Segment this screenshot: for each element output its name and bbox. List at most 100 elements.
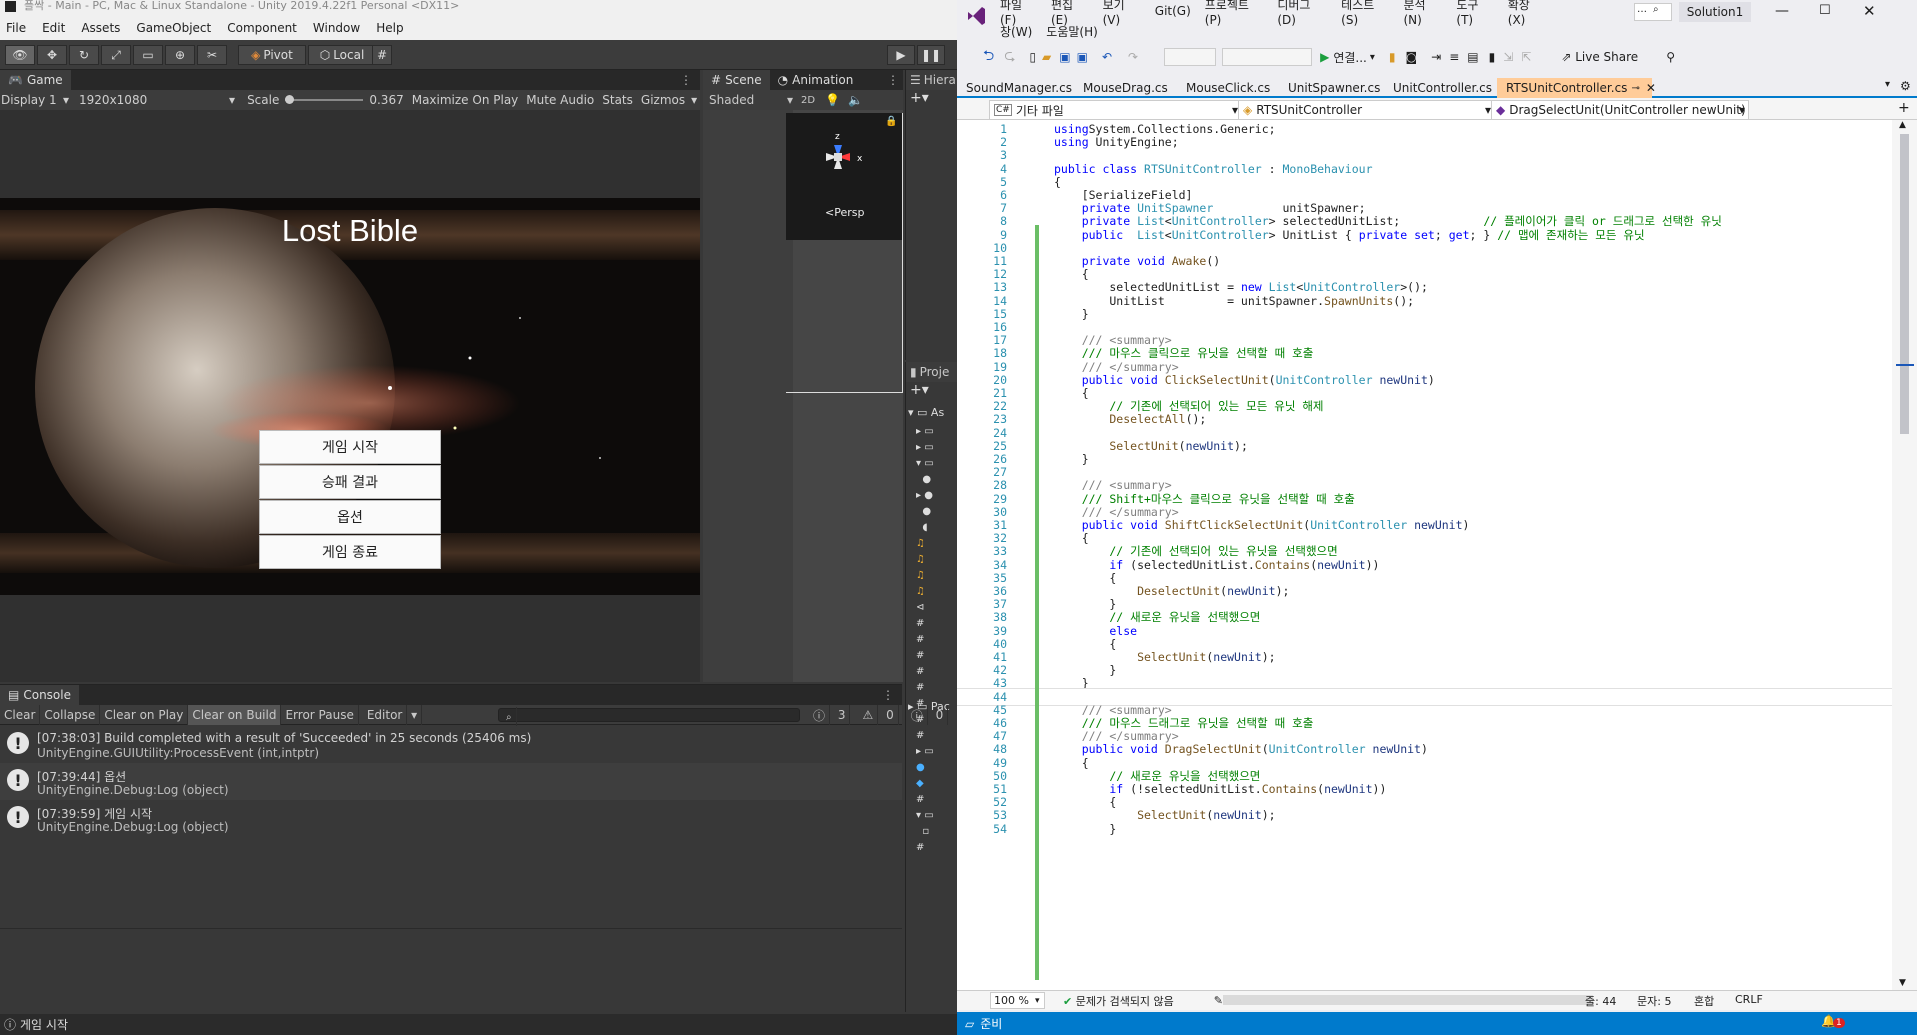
- folder-icon[interactable]: ▾ ▭: [916, 456, 956, 472]
- code-editor[interactable]: 1 usingSystem.Collections.Generic; 2 using …: [957, 120, 1892, 990]
- configuration-select[interactable]: [1164, 48, 1217, 66]
- error-count-toggle[interactable]: ⓘ 0: [903, 705, 952, 725]
- tab-unitspawner[interactable]: UnitSpawner.cs: [1279, 78, 1393, 98]
- vertical-scrollbar[interactable]: ▲ ▼: [1892, 120, 1917, 990]
- tab-mousedrag[interactable]: MouseDrag.cs: [1074, 78, 1186, 98]
- tab-game[interactable]: 🎮 Game: [0, 70, 71, 90]
- open-icon[interactable]: ▰: [1042, 50, 1051, 64]
- stats-toggle[interactable]: Stats: [602, 93, 633, 107]
- gizmos-toggle[interactable]: Gizmos: [641, 93, 685, 107]
- audio-clip-icon[interactable]: ♫: [916, 552, 956, 568]
- console-log-entry[interactable]: ! [07:39:44] 옵션 UnityEngine.Debug:Log (o…: [0, 763, 902, 800]
- grid-snap-icon[interactable]: #: [372, 45, 392, 65]
- horizontal-scrollbar[interactable]: [1223, 995, 1593, 1005]
- scene-tab-menu-icon[interactable]: ⋮: [887, 73, 899, 87]
- next-bookmark-icon[interactable]: ⇲: [1503, 50, 1513, 64]
- maximize-icon[interactable]: ☐: [1819, 3, 1831, 18]
- format-icon[interactable]: ⇥: [1431, 50, 1441, 64]
- rect-tool-icon[interactable]: ▭: [133, 45, 163, 65]
- tab-mouseclick[interactable]: MouseClick.cs: [1177, 78, 1288, 98]
- game-canvas[interactable]: Lost Bible 게임 시작 승패 결과 옵션 게임 종료: [0, 198, 700, 595]
- vs-menu-view[interactable]: 보기(V): [1103, 0, 1141, 27]
- code-line[interactable]: 54 }: [957, 821, 1892, 837]
- shading-dropdown-icon[interactable]: ▾: [787, 93, 793, 107]
- audio-icon[interactable]: 🔈: [848, 93, 863, 107]
- screenshot-icon[interactable]: ◙: [1406, 50, 1418, 64]
- move-tool-icon[interactable]: ✥: [37, 45, 67, 65]
- member-select[interactable]: ◆ DragSelectUnit(UnitController newUnit)…: [1491, 100, 1749, 120]
- maximize-on-play-toggle[interactable]: Maximize On Play: [412, 93, 519, 107]
- prefab-icon[interactable]: ▸ ●: [916, 488, 956, 504]
- model-icon[interactable]: ◆: [916, 776, 956, 792]
- run-icon[interactable]: ▶: [1320, 50, 1329, 64]
- script-icon[interactable]: #: [916, 680, 956, 696]
- close-icon[interactable]: ✕: [1863, 2, 1876, 20]
- vs-menu-test[interactable]: 테스트(S): [1341, 0, 1389, 27]
- console-log-entry[interactable]: ! [07:38:03] Build completed with a resu…: [0, 726, 902, 763]
- vs-menu-help[interactable]: 도움말(H): [1046, 23, 1098, 40]
- split-add-icon[interactable]: +: [1898, 100, 1910, 116]
- tab-scene[interactable]: # Scene: [703, 70, 770, 90]
- tab-soundmanager[interactable]: SoundManager.cs: [957, 78, 1083, 98]
- unity-menu-file[interactable]: File: [6, 21, 26, 35]
- unity-menu-window[interactable]: Window: [313, 21, 360, 35]
- hierarchy-add-icon[interactable]: +▾: [910, 90, 929, 106]
- vs-menu-window[interactable]: 창(W): [1000, 23, 1032, 40]
- tab-close-icon[interactable]: ✕: [1646, 81, 1656, 95]
- save-icon[interactable]: ▣: [1059, 50, 1070, 64]
- rotate-tool-icon[interactable]: ↻: [69, 45, 99, 65]
- folder-icon[interactable]: ▸ ▭: [916, 744, 956, 760]
- resolution-dropdown-icon[interactable]: ▾: [229, 93, 235, 107]
- lock-icon[interactable]: 🔒: [885, 116, 897, 127]
- display-dropdown-icon[interactable]: ▾: [63, 93, 69, 107]
- vs-search-box[interactable]: … ⌕: [1634, 3, 1672, 21]
- prev-bookmark-icon[interactable]: ⇱: [1521, 50, 1531, 64]
- mute-audio-toggle[interactable]: Mute Audio: [526, 93, 594, 107]
- prefab-icon[interactable]: ●: [916, 504, 956, 520]
- feedback-icon[interactable]: ⚲: [1666, 50, 1675, 64]
- bookmark-icon[interactable]: ▮: [1489, 50, 1496, 64]
- minimize-icon[interactable]: —: [1775, 3, 1789, 19]
- attach-button[interactable]: 연결...: [1333, 49, 1367, 66]
- settings-icon[interactable]: ⚙: [1900, 79, 1911, 93]
- unity-menu-edit[interactable]: Edit: [42, 21, 65, 35]
- warning-count-toggle[interactable]: ⚠ 0: [854, 705, 902, 725]
- audio-clip-icon[interactable]: ♫: [916, 584, 956, 600]
- pin-icon[interactable]: ⊸: [1631, 83, 1639, 94]
- toolbox-icon[interactable]: ▮: [1389, 50, 1396, 64]
- script-icon[interactable]: #: [916, 616, 956, 632]
- line-ending-mode[interactable]: CRLF: [1735, 993, 1763, 1006]
- script-icon[interactable]: #: [916, 664, 956, 680]
- local-toggle[interactable]: ⬡ Local: [308, 45, 376, 65]
- script-icon[interactable]: #: [916, 840, 956, 856]
- display-select[interactable]: Display 1: [0, 93, 63, 107]
- start-game-button[interactable]: 게임 시작: [259, 430, 441, 464]
- unity-menu-help[interactable]: Help: [376, 21, 403, 35]
- console-collapse-toggle[interactable]: Collapse: [40, 704, 101, 725]
- comment-icon[interactable]: ▤: [1467, 50, 1478, 64]
- persp-label[interactable]: <Persp: [825, 206, 864, 219]
- prefab-icon[interactable]: ●: [916, 472, 956, 488]
- redo-icon[interactable]: ↷: [1128, 50, 1138, 64]
- tab-project[interactable]: ▮ Proje: [906, 362, 958, 382]
- log-count-toggle[interactable]: ⓘ 3: [805, 705, 854, 725]
- script-icon[interactable]: #: [916, 728, 956, 744]
- console-tab-menu-icon[interactable]: ⋮: [882, 688, 894, 702]
- 2d-mode-toggle[interactable]: 2D: [801, 95, 815, 106]
- file-icon[interactable]: ▫: [916, 824, 956, 840]
- no-issues-indicator[interactable]: ✔ 문제가 검색되지 않음: [1063, 993, 1174, 1009]
- indent-icon[interactable]: ≡: [1449, 50, 1459, 64]
- script-icon[interactable]: #: [916, 632, 956, 648]
- vs-menu-git[interactable]: Git(G): [1155, 4, 1191, 18]
- quit-game-button[interactable]: 게임 종료: [259, 535, 441, 569]
- audio-clip-icon[interactable]: ♫: [916, 536, 956, 552]
- back-icon[interactable]: ⮌: [983, 45, 994, 69]
- unity-menu-assets[interactable]: Assets: [81, 21, 120, 35]
- pause-button[interactable]: ❚❚: [917, 45, 945, 65]
- console-log-entry[interactable]: ! [07:39:59] 게임 시작 UnityEngine.Debug:Log…: [0, 800, 902, 837]
- script-icon[interactable]: #: [916, 792, 956, 808]
- console-clear-on-play-toggle[interactable]: Clear on Play: [100, 704, 189, 725]
- gizmos-dropdown-icon[interactable]: ▾: [691, 93, 697, 107]
- unity-menu-gameobject[interactable]: GameObject: [136, 21, 211, 35]
- play-button[interactable]: ▶: [887, 45, 915, 65]
